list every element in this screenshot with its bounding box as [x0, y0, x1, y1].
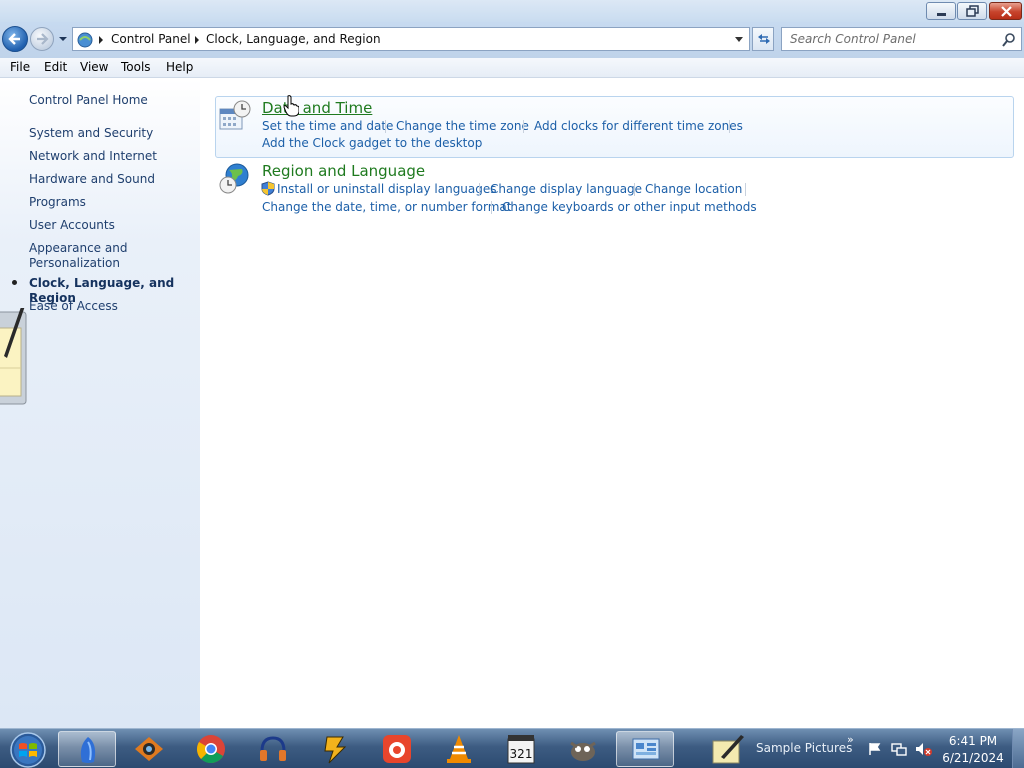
globe-clock-icon[interactable]: [218, 162, 252, 196]
taskbar: 321 Sample Pictures » 6:41 PM 6/21/2024: [0, 728, 1024, 768]
task-change-location[interactable]: Change location: [645, 182, 742, 196]
recent-pages-dropdown-icon[interactable]: [58, 34, 68, 44]
control-panel-icon: [77, 32, 93, 48]
winamp-icon: [324, 736, 347, 764]
navigation-bar: Control Panel Clock, Language, and Regio…: [0, 22, 1024, 58]
search-box[interactable]: [781, 27, 1022, 51]
current-item-bullet: [12, 280, 17, 285]
task-change-display-language[interactable]: Change display language: [490, 182, 642, 196]
forward-button[interactable]: [30, 27, 54, 51]
task-separator: [491, 201, 492, 214]
minimize-icon: [937, 13, 946, 16]
task-change-date-time-number-format[interactable]: Change the date, time, or number format: [262, 200, 511, 214]
sidebar: Control Panel Home System and Security N…: [0, 79, 200, 728]
chrome-icon: [197, 735, 225, 764]
task-add-clock-gadget[interactable]: Add the Clock gadget to the desktop: [262, 136, 482, 150]
back-button[interactable]: [2, 26, 28, 52]
maximize-button[interactable]: [957, 2, 987, 20]
menu-tools[interactable]: Tools: [121, 60, 151, 74]
arrow-right-icon: [37, 33, 49, 45]
breadcrumb-arrow-icon[interactable]: [195, 36, 199, 44]
record-app-icon: [383, 735, 411, 763]
sidebar-item-ease-of-access[interactable]: Ease of Access: [29, 299, 194, 314]
task-change-time-zone[interactable]: Change the time zone: [396, 119, 529, 133]
clock-date[interactable]: 6/21/2024: [940, 751, 1006, 765]
desktop-toolbar-label[interactable]: Sample Pictures: [756, 741, 852, 755]
menu-file[interactable]: File: [10, 60, 30, 74]
address-bar[interactable]: Control Panel Clock, Language, and Regio…: [72, 27, 750, 51]
menu-edit[interactable]: Edit: [44, 60, 67, 74]
mpc-icon: 321: [507, 735, 535, 764]
sticky-note-gadget[interactable]: [0, 308, 28, 406]
refresh-icon: [758, 34, 770, 44]
region-language-title[interactable]: Region and Language: [262, 162, 425, 180]
taskbar-audacity[interactable]: [244, 731, 302, 767]
task-install-display-languages[interactable]: Install or uninstall display languages: [277, 182, 497, 196]
action-center-flag-icon[interactable]: [868, 742, 882, 756]
task-separator: [634, 183, 635, 196]
clock-time[interactable]: 6:41 PM: [940, 734, 1006, 748]
search-input[interactable]: [782, 28, 997, 50]
start-button[interactable]: [4, 730, 48, 768]
taskbar-record-app[interactable]: [368, 731, 426, 767]
close-icon: [1001, 6, 1012, 17]
task-separator: [479, 183, 480, 196]
taskbar-vlc[interactable]: [430, 731, 488, 767]
task-add-clocks[interactable]: Add clocks for different time zones: [534, 119, 743, 133]
taskbar-eye-app[interactable]: [120, 731, 178, 767]
menu-view[interactable]: View: [80, 60, 108, 74]
sidebar-control-panel-home[interactable]: Control Panel Home: [29, 93, 194, 108]
sidebar-item-hardware-sound[interactable]: Hardware and Sound: [29, 172, 194, 187]
taskbar-winamp[interactable]: [306, 731, 364, 767]
volume-muted-icon[interactable]: [915, 741, 933, 757]
arrow-left-icon: [8, 33, 20, 45]
sticky-notes-icon[interactable]: [711, 733, 745, 765]
sidebar-item-system-security[interactable]: System and Security: [29, 126, 194, 141]
ie-icon: [80, 737, 96, 763]
toolbar-chevron-icon[interactable]: »: [847, 733, 854, 746]
sidebar-item-programs[interactable]: Programs: [29, 195, 194, 210]
task-separator: [523, 120, 524, 133]
network-icon[interactable]: [891, 741, 907, 757]
menu-bar: File Edit View Tools Help: [0, 58, 1024, 78]
close-button[interactable]: [989, 2, 1022, 20]
taskbar-gimp[interactable]: [554, 731, 612, 767]
breadcrumb-control-panel[interactable]: Control Panel: [111, 32, 191, 46]
date-time-title[interactable]: Date and Time: [262, 99, 372, 117]
minimize-button[interactable]: [926, 2, 956, 20]
eye-app-icon: [135, 737, 163, 761]
vlc-icon: [447, 735, 471, 763]
task-set-time-date[interactable]: Set the time and date: [262, 119, 393, 133]
hand-cursor-icon: [283, 95, 299, 117]
task-separator: [745, 183, 746, 196]
taskbar-chrome[interactable]: [182, 731, 240, 767]
restore-icon: [966, 5, 979, 17]
task-separator: [729, 120, 730, 133]
audacity-icon: [260, 736, 286, 761]
control-panel-icon: [632, 738, 660, 760]
breadcrumb-clock-language-region[interactable]: Clock, Language, and Region: [206, 32, 381, 46]
sidebar-item-user-accounts[interactable]: User Accounts: [29, 218, 194, 233]
task-separator: [385, 120, 386, 133]
gimp-icon: [570, 741, 596, 761]
svg-text:321: 321: [510, 747, 533, 761]
taskbar-control-panel[interactable]: [616, 731, 674, 767]
search-icon[interactable]: [1001, 32, 1017, 48]
calendar-clock-icon[interactable]: [218, 99, 252, 131]
menu-help[interactable]: Help: [166, 60, 193, 74]
show-desktop-button[interactable]: [1012, 729, 1024, 768]
refresh-button[interactable]: [752, 27, 774, 51]
uac-shield-icon: [261, 181, 275, 196]
title-bar: [0, 0, 1024, 22]
task-change-keyboards[interactable]: Change keyboards or other input methods: [502, 200, 757, 214]
taskbar-mpc[interactable]: 321: [492, 731, 550, 767]
sidebar-item-appearance-personalization[interactable]: Appearance and Personalization: [29, 241, 129, 271]
sidebar-item-network-internet[interactable]: Network and Internet: [29, 149, 194, 164]
address-dropdown-icon[interactable]: [735, 37, 743, 42]
main-content: Date and Time Set the time and date Chan…: [200, 79, 1024, 728]
taskbar-ie[interactable]: [58, 731, 116, 767]
breadcrumb-arrow-icon[interactable]: [99, 36, 103, 44]
